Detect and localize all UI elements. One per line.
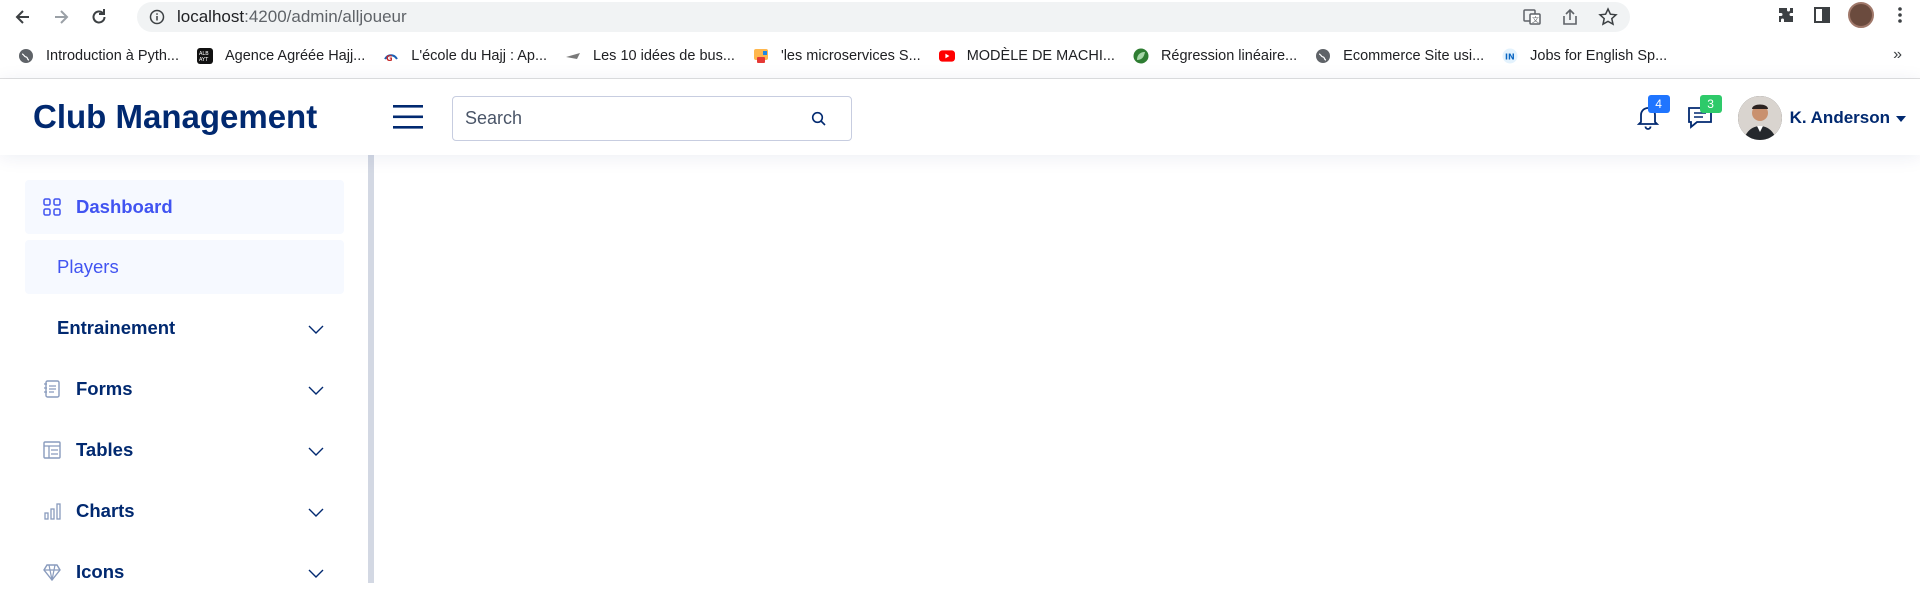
sidebar-item-forms[interactable]: Forms xyxy=(25,362,344,416)
bookmark-label: Ecommerce Site usi... xyxy=(1343,48,1485,64)
chevron-down-icon xyxy=(308,508,324,517)
bookmark-label: MODÈLE DE MACHI... xyxy=(966,48,1115,64)
search-icon[interactable] xyxy=(811,111,827,127)
url-path: :4200/admin/alljoueur xyxy=(244,7,407,26)
sidebar-item-label: Entrainement xyxy=(57,317,176,338)
messages-button[interactable]: 3 xyxy=(1686,95,1722,133)
bookmark-item[interactable]: ALB AYT Agence Agréée Hajj... xyxy=(197,48,365,64)
sidebar-item-players[interactable]: Players xyxy=(25,240,344,294)
bookmark-label: 'les microservices S... xyxy=(780,48,921,64)
url-text: localhost:4200/admin/alljoueur xyxy=(177,7,407,27)
bookmark-label: Les 10 idées de bus... xyxy=(593,48,735,64)
sidebar-item-label: Charts xyxy=(76,500,135,521)
grid-icon xyxy=(43,198,61,216)
address-bar[interactable]: localhost:4200/admin/alljoueur 文 xyxy=(137,2,1630,32)
svg-text:文: 文 xyxy=(1532,15,1539,24)
translate-icon[interactable]: 文 xyxy=(1522,7,1542,27)
slides-icon xyxy=(753,49,768,63)
caret-down-icon[interactable] xyxy=(1896,116,1906,122)
notifications-button[interactable]: 4 xyxy=(1634,95,1670,133)
messages-badge: 3 xyxy=(1699,95,1722,113)
sidebar-item-label: Forms xyxy=(76,378,133,399)
leaf-icon xyxy=(1133,48,1149,64)
bookmark-item[interactable]: Régression linéaire... xyxy=(1133,48,1297,64)
profile-avatar[interactable] xyxy=(1848,2,1874,28)
info-icon xyxy=(149,9,165,25)
svg-text:AYT: AYT xyxy=(199,57,209,63)
browser-toolbar: localhost:4200/admin/alljoueur 文 xyxy=(0,0,1920,34)
star-icon[interactable] xyxy=(1598,7,1618,27)
arrow-left-icon xyxy=(15,10,29,24)
url-host: localhost xyxy=(177,7,245,26)
side-panel-icon[interactable] xyxy=(1812,5,1832,25)
user-portrait-icon xyxy=(1737,96,1782,140)
alb-icon: ALBAYT xyxy=(197,48,213,64)
user-avatar[interactable] xyxy=(1737,96,1782,140)
bookmark-label: Jobs for English Sp... xyxy=(1530,48,1668,64)
table-icon xyxy=(43,441,61,459)
app-logo[interactable]: Club Management xyxy=(33,98,317,136)
globe-icon xyxy=(19,49,33,63)
notifications-badge: 4 xyxy=(1647,95,1670,113)
sidebar-item-label: Dashboard xyxy=(76,196,173,217)
sidebar-item-entrainement[interactable]: Entrainement xyxy=(25,301,344,355)
hajj-icon: G xyxy=(384,54,399,63)
svg-text:G: G xyxy=(386,54,393,63)
arrow-right-icon xyxy=(55,10,69,24)
bookmarks-more-button[interactable]: » xyxy=(1893,46,1902,64)
in-icon: IN xyxy=(1502,48,1518,64)
menu-kebab-icon[interactable] xyxy=(1890,5,1910,25)
extensions-icon[interactable] xyxy=(1776,5,1796,25)
reload-button[interactable] xyxy=(84,2,114,32)
search-bar xyxy=(452,96,852,141)
sidebar-item-icons[interactable]: Icons xyxy=(25,545,344,599)
sidebar-item-charts[interactable]: Charts xyxy=(25,484,344,538)
bookmarks-bar: Introduction à Pyth... ALB AYT Agence Agré… xyxy=(0,34,1920,79)
bookmark-item[interactable]: Introduction à Pyth... xyxy=(18,48,179,64)
bookmark-item[interactable]: IN Jobs for English Sp... xyxy=(1502,48,1667,64)
bookmark-item[interactable]: G L'école du Hajj : Ap... xyxy=(383,48,547,64)
sidebar-item-label: Tables xyxy=(76,439,134,460)
bar-chart-icon xyxy=(44,503,61,520)
plane-icon xyxy=(566,53,581,59)
sidebar-item-label: Players xyxy=(57,256,119,277)
reload-icon xyxy=(92,9,106,24)
sidebar-item-label: Icons xyxy=(76,561,125,582)
journal-icon xyxy=(44,380,60,398)
hamburger-menu-icon[interactable] xyxy=(393,103,423,131)
chevron-down-icon xyxy=(308,569,324,578)
chevron-down-icon xyxy=(308,386,324,395)
globe-icon xyxy=(1316,49,1331,63)
sidebar: Dashboard Players Entrainement Forms Tab… xyxy=(0,155,368,583)
sidebar-scrollbar[interactable] xyxy=(368,155,374,583)
bookmark-label: Régression linéaire... xyxy=(1160,48,1298,64)
search-input[interactable] xyxy=(463,107,797,130)
chevron-down-icon xyxy=(308,325,324,334)
gem-icon xyxy=(43,564,61,582)
forward-button[interactable] xyxy=(46,2,76,32)
user-name[interactable]: K. Anderson xyxy=(1790,108,1890,128)
bookmark-item[interactable]: MODÈLE DE MACHI... xyxy=(938,48,1115,64)
share-icon[interactable] xyxy=(1560,7,1580,27)
sidebar-item-tables[interactable]: Tables xyxy=(25,423,344,477)
bookmark-item[interactable]: Ecommerce Site usi... xyxy=(1315,48,1484,64)
bookmark-item[interactable]: Les 10 idées de bus... xyxy=(565,48,735,64)
sidebar-item-dashboard[interactable]: Dashboard xyxy=(25,180,344,234)
chevron-down-icon xyxy=(308,447,324,456)
back-button[interactable] xyxy=(8,2,38,32)
app-header: Club Management 4 3 K. Anderson xyxy=(0,79,1920,155)
svg-text:IN: IN xyxy=(1505,53,1515,62)
bookmark-label: L'école du Hajj : Ap... xyxy=(411,48,548,64)
bookmark-item[interactable]: 'les microservices S... xyxy=(753,48,921,64)
bookmark-label: Introduction à Pyth... xyxy=(46,48,179,64)
youtube-icon xyxy=(938,50,955,62)
bookmark-label: Agence Agréée Hajj... xyxy=(225,48,366,64)
